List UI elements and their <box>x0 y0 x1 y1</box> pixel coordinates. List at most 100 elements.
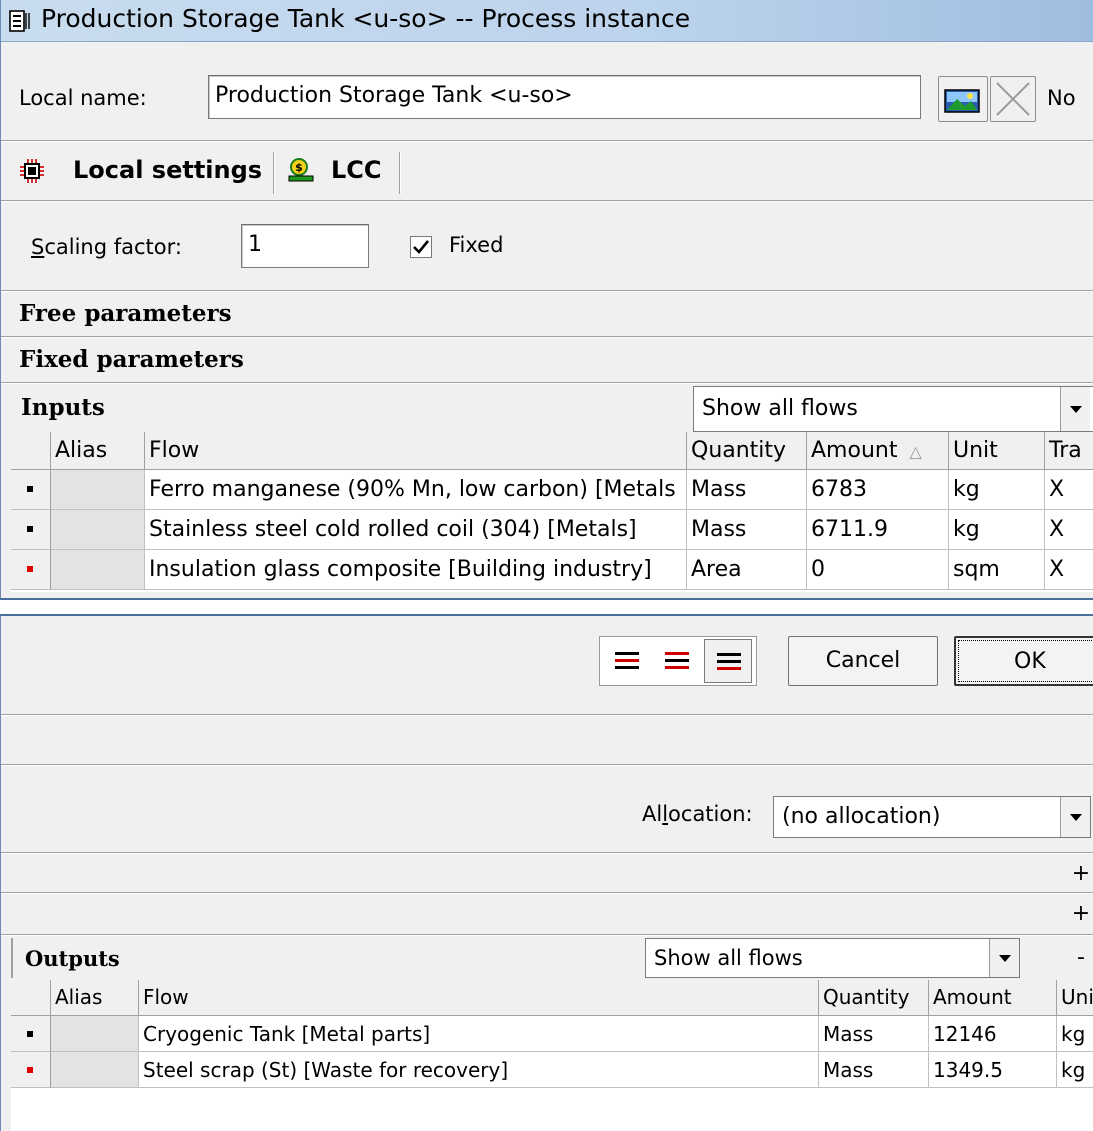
unit-cell[interactable]: sqm <box>949 550 1045 590</box>
process-icon <box>9 10 30 32</box>
outputs-table: Alias Flow Quantity Amount Uni Cryogenic… <box>11 980 1093 1131</box>
title-bar[interactable]: Production Storage Tank <u-so> -- Proces… <box>1 0 1093 42</box>
tra-cell[interactable]: X <box>1045 510 1093 550</box>
row-marker <box>27 566 33 572</box>
line-style-button-3[interactable] <box>704 639 752 683</box>
divider <box>1 140 1093 142</box>
divider <box>1 934 1093 936</box>
chevron-down-icon[interactable] <box>989 939 1019 977</box>
divider <box>1 714 1093 716</box>
local-name-input[interactable]: Production Storage Tank <u-so> <box>208 75 921 119</box>
local-name-label: Local name: <box>19 86 147 110</box>
quantity-cell[interactable]: Mass <box>687 510 807 550</box>
lines-icon <box>615 652 639 670</box>
column-header-alias[interactable]: Alias <box>51 980 139 1016</box>
chevron-down-icon[interactable] <box>1060 797 1090 837</box>
alias-cell[interactable] <box>51 1016 139 1052</box>
column-header-unit[interactable]: Uni <box>1057 980 1093 1016</box>
column-header-quantity[interactable]: Quantity <box>819 980 929 1016</box>
cancel-button[interactable]: Cancel <box>788 636 938 686</box>
tra-cell[interactable]: X <box>1045 550 1093 590</box>
free-parameters-header[interactable]: Free parameters <box>1 292 1093 336</box>
unit-cell[interactable]: kg <box>1057 1016 1093 1052</box>
flow-cell[interactable]: Ferro manganese (90% Mn, low carbon) [Me… <box>145 470 687 510</box>
column-header-amount[interactable]: Amount <box>929 980 1057 1016</box>
inputs-filter-value: Show all flows <box>702 396 858 421</box>
inputs-filter-select[interactable]: Show all flows <box>693 386 1093 432</box>
column-header-unit[interactable]: Unit <box>949 432 1045 470</box>
divider <box>1 764 1093 766</box>
divider <box>1 382 1093 384</box>
column-header-flow[interactable]: Flow <box>145 432 687 470</box>
quantity-cell[interactable]: Mass <box>819 1052 929 1088</box>
unit-cell[interactable]: kg <box>949 510 1045 550</box>
amount-cell[interactable]: 1349.5 <box>929 1052 1057 1088</box>
alias-cell[interactable] <box>51 510 145 550</box>
column-header-alias[interactable]: Alias <box>51 432 145 470</box>
circuit-icon <box>20 159 44 183</box>
process-instance-window: Production Storage Tank <u-so> -- Proces… <box>0 0 1093 600</box>
divider <box>1 200 1093 202</box>
row-selector[interactable] <box>11 510 51 550</box>
close-icon <box>996 82 1030 116</box>
quantity-cell[interactable]: Area <box>687 550 807 590</box>
lines-icon <box>665 652 689 670</box>
expand-button-2[interactable]: + <box>1068 900 1093 930</box>
column-header-flow[interactable]: Flow <box>139 980 819 1016</box>
flow-cell[interactable]: Steel scrap (St) [Waste for recovery] <box>139 1052 819 1088</box>
alias-cell[interactable] <box>51 1052 139 1088</box>
alias-cell[interactable] <box>51 470 145 510</box>
scaling-factor-input[interactable]: 1 <box>241 224 369 268</box>
unit-cell[interactable]: kg <box>1057 1052 1093 1088</box>
amount-cell[interactable]: 12146 <box>929 1016 1057 1052</box>
row-selector[interactable] <box>11 470 51 510</box>
tab-lcc-label: LCC <box>331 156 382 184</box>
amount-cell[interactable]: 0 <box>807 550 949 590</box>
row-marker <box>27 1031 33 1037</box>
svg-text:$: $ <box>295 161 303 174</box>
row-selector[interactable] <box>11 1016 51 1052</box>
tab-local-settings[interactable]: Local settings <box>11 146 269 198</box>
tra-cell[interactable]: X <box>1045 470 1093 510</box>
fixed-checkbox[interactable] <box>410 236 432 258</box>
ok-button[interactable]: OK <box>954 636 1093 686</box>
row-selector[interactable] <box>11 550 51 590</box>
alias-cell[interactable] <box>51 550 145 590</box>
divider <box>1 852 1093 854</box>
line-style-button-1[interactable] <box>604 641 650 681</box>
collapse-button[interactable]: - <box>1068 944 1093 974</box>
unit-cell[interactable]: kg <box>949 470 1045 510</box>
column-header-amount[interactable]: Amount △ <box>807 432 949 470</box>
row-selector[interactable] <box>11 1052 51 1088</box>
fixed-parameters-header[interactable]: Fixed parameters <box>1 338 1093 382</box>
quantity-cell[interactable]: Mass <box>819 1016 929 1052</box>
outputs-filter-select[interactable]: Show all flows <box>645 938 1020 978</box>
local-name-trailing-label: No <box>1047 86 1076 110</box>
chevron-down-icon[interactable] <box>1060 387 1090 431</box>
free-parameters-title: Free parameters <box>19 300 232 327</box>
tab-local-settings-label: Local settings <box>73 156 263 184</box>
column-header-quantity[interactable]: Quantity <box>687 432 807 470</box>
allocation-select[interactable]: (no allocation) <box>773 796 1091 838</box>
scaling-factor-label: Scaling factor: <box>31 235 182 259</box>
tab-lcc[interactable]: $ LCC <box>281 146 399 198</box>
inputs-table: Alias Flow Quantity Amount △ Unit Tra Fer… <box>11 432 1093 592</box>
expand-button-1[interactable]: + <box>1068 860 1093 890</box>
flow-cell[interactable]: Insulation glass composite [Building ind… <box>145 550 687 590</box>
flow-cell[interactable]: Cryogenic Tank [Metal parts] <box>139 1016 819 1052</box>
flow-cell[interactable]: Stainless steel cold rolled coil (304) [… <box>145 510 687 550</box>
line-style-button-2[interactable] <box>654 641 700 681</box>
picture-button[interactable] <box>938 76 988 122</box>
process-instance-window-lower: Cancel OK Allocation: (no allocation) + … <box>0 614 1093 1131</box>
picture-icon <box>944 89 980 113</box>
clear-picture-button[interactable] <box>990 76 1036 122</box>
amount-cell[interactable]: 6783 <box>807 470 949 510</box>
row-marker <box>27 526 33 532</box>
outputs-filter-value: Show all flows <box>654 946 803 970</box>
amount-cell[interactable]: 6711.9 <box>807 510 949 550</box>
row-marker <box>27 1067 33 1073</box>
quantity-cell[interactable]: Mass <box>687 470 807 510</box>
tab-strip: Local settings $ LCC <box>11 146 411 198</box>
column-header-tra[interactable]: Tra <box>1045 432 1093 470</box>
fixed-label: Fixed <box>449 233 504 257</box>
